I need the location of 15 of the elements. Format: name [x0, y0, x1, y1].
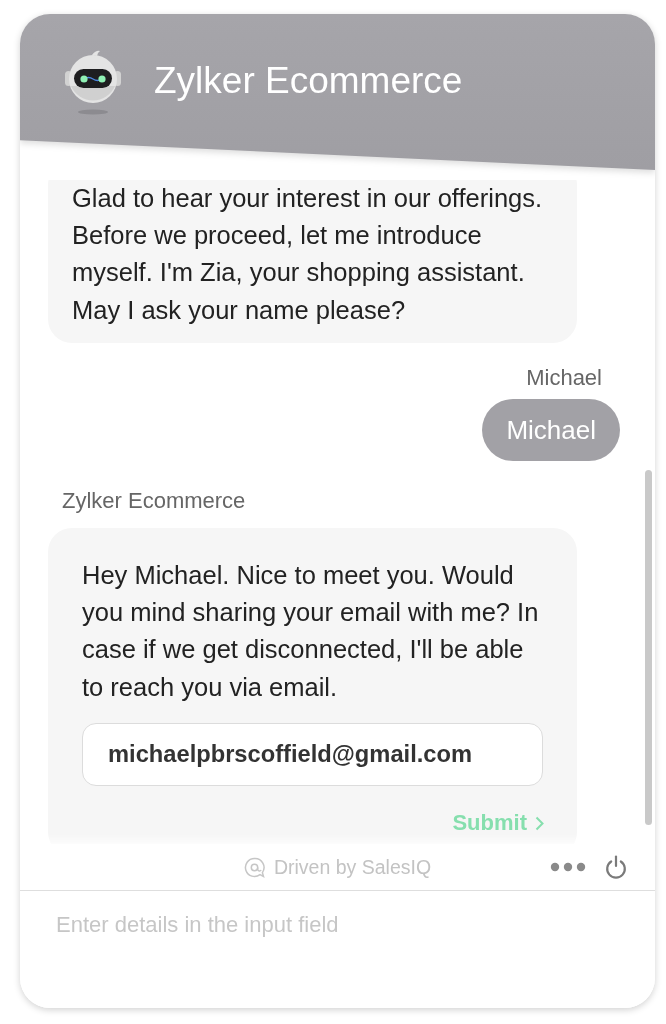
scrollbar-thumb[interactable] [645, 470, 652, 825]
chat-bubble-icon [243, 856, 265, 878]
sender-name: Michael [526, 365, 602, 390]
sender-name: Zylker Ecommerce [62, 488, 246, 513]
message-text: Glad to hear your interest in our offerings. Before we proceed, let me introduce myself. I'm Zia, your shopping assistant. May I ask your name please? [72, 182, 544, 326]
branding-text: Driven by SalesIQ [273, 855, 432, 879]
chevron-right-icon [535, 815, 544, 831]
message-bubble: Michael [482, 398, 620, 461]
more-options-icon[interactable] [550, 862, 586, 872]
message-text: Hey Michael. Nice to meet you. Would you mind sharing your email with me? In case if we get disconnected, I'll be able to reach you via email. [82, 559, 540, 703]
power-icon[interactable] [605, 855, 627, 879]
message-input[interactable]: Enter details in the input field [20, 891, 655, 1008]
robot-icon [62, 48, 124, 116]
email-field[interactable]: michaelpbrscoffield@gmail.com [82, 723, 543, 786]
window-title: Zylker Ecommerce [154, 59, 463, 103]
